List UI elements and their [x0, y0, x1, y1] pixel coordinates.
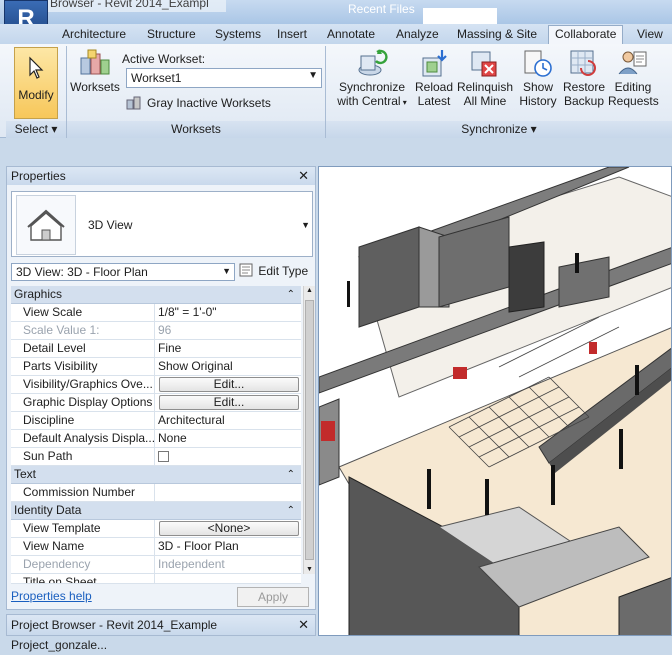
apply-button[interactable]: Apply — [237, 587, 309, 607]
panel-worksets: Worksets — [67, 121, 325, 138]
property-row[interactable]: Commission Number — [11, 484, 301, 502]
graphic-display-edit-button[interactable]: Edit... — [159, 395, 299, 410]
recent-files-label: Recent Files — [348, 2, 415, 16]
tab-analyze[interactable]: Analyze — [392, 27, 443, 41]
property-row[interactable]: Detail Level Fine — [11, 340, 301, 358]
gray-inactive-worksets-button[interactable]: Gray Inactive Worksets — [126, 95, 271, 111]
synchronize-with-central-button[interactable]: Synchronize with Central ▾ — [334, 48, 410, 110]
group-graphics[interactable]: Graphics ⌃ — [11, 286, 301, 304]
instance-filter-select[interactable]: 3D View: 3D - Floor Plan ▼ — [11, 263, 235, 281]
gray-inactive-icon — [126, 96, 141, 110]
property-row[interactable]: Title on Sheet — [11, 574, 301, 584]
property-row: Sun Path — [11, 448, 301, 466]
building-model-render — [319, 167, 671, 635]
close-icon[interactable]: ✕ — [298, 615, 309, 635]
collapse-icon: ⌃ — [286, 469, 295, 480]
sun-path-checkbox[interactable] — [158, 451, 169, 462]
edit-type-button[interactable]: Edit Type — [239, 263, 313, 281]
project-browser-title-bar[interactable]: Project Browser - Revit 2014_Example Pro… — [6, 614, 316, 652]
tab-view[interactable]: View — [633, 27, 667, 41]
close-icon[interactable]: ✕ — [298, 167, 309, 185]
relinquish-icon — [471, 51, 497, 77]
restore-backup-icon — [570, 50, 596, 76]
panel-synchronize[interactable]: Synchronize ▾ — [326, 121, 672, 138]
title-bar: Browser - Revit 2014_Exampl Recent Files — [0, 0, 672, 24]
3d-view-canvas[interactable] — [318, 166, 672, 636]
gray-inactive-label: Gray Inactive Worksets — [147, 96, 271, 110]
editing-requests-icon — [618, 51, 647, 75]
chevron-down-icon: ▼ — [222, 266, 231, 276]
tab-structure[interactable]: Structure — [143, 27, 200, 41]
type-name: 3D View — [88, 218, 133, 232]
ribbon-tabs: Architecture Structure Systems Insert An… — [0, 24, 672, 45]
properties-help-link[interactable]: Properties help — [11, 589, 92, 603]
cursor-arrow-icon — [29, 56, 44, 79]
project-browser-title: Project Browser - Revit 2014_Example Pro… — [11, 618, 218, 652]
modify-label: Modify — [18, 88, 54, 102]
properties-title-bar: Properties ✕ — [7, 167, 315, 185]
property-row: Graphic Display Options Edit... — [11, 394, 301, 412]
reload-latest-button[interactable]: Reload Latest — [412, 48, 456, 108]
properties-scrollbar[interactable]: ▲ ▼ — [303, 286, 315, 574]
type-selector[interactable]: 3D View ▼ — [11, 191, 313, 257]
tab-insert[interactable]: Insert — [273, 27, 311, 41]
window-title: Browser - Revit 2014_Exampl — [50, 0, 209, 10]
property-row[interactable]: Discipline Architectural — [11, 412, 301, 430]
worksets-button[interactable]: Worksets — [68, 48, 122, 94]
worksets-icon — [80, 49, 110, 75]
tab-annotate[interactable]: Annotate — [323, 27, 379, 41]
properties-palette: Properties ✕ 3D View ▼ 3D View: 3D - Flo… — [6, 166, 316, 610]
relinquish-all-mine-button[interactable]: Relinquish All Mine — [456, 48, 514, 108]
view-template-button[interactable]: <None> — [159, 521, 299, 536]
show-history-button[interactable]: Show History — [516, 48, 560, 108]
property-row[interactable]: Default Analysis Displa... None — [11, 430, 301, 448]
property-row: Scale Value 1: 96 — [11, 322, 301, 340]
property-row: View Template <None> — [11, 520, 301, 538]
active-workset-value: Workset1 — [131, 71, 182, 85]
house-icon — [27, 209, 65, 241]
group-identity-data[interactable]: Identity Data ⌃ — [11, 502, 301, 520]
restore-backup-button[interactable]: Restore Backup — [562, 48, 606, 108]
reload-latest-icon — [422, 50, 447, 77]
properties-grid: Graphics ⌃ View Scale 1/8" = 1'-0" Scale V… — [11, 286, 301, 584]
synchronize-icon — [358, 49, 388, 76]
tab-massing-site[interactable]: Massing & Site — [453, 27, 541, 41]
visibility-graphics-edit-button[interactable]: Edit... — [159, 377, 299, 392]
group-text[interactable]: Text ⌃ — [11, 466, 301, 484]
property-row[interactable]: View Scale 1/8" = 1'-0" — [11, 304, 301, 322]
worksets-label: Worksets — [70, 80, 120, 94]
scroll-down-icon[interactable]: ▼ — [306, 566, 313, 573]
collapse-icon: ⌃ — [286, 289, 295, 300]
panel-select[interactable]: Select ▾ — [6, 121, 66, 138]
property-row: Visibility/Graphics Ove... Edit... — [11, 376, 301, 394]
chevron-down-icon: ▼ — [308, 70, 318, 81]
chevron-down-icon[interactable]: ▼ — [301, 220, 310, 230]
type-thumbnail — [16, 195, 76, 255]
tab-collaborate[interactable]: Collaborate — [548, 25, 624, 45]
tab-systems[interactable]: Systems — [211, 27, 265, 41]
property-row[interactable]: View Name 3D - Floor Plan — [11, 538, 301, 556]
active-workset-label: Active Workset: — [122, 52, 206, 66]
edit-type-icon — [239, 263, 253, 277]
scroll-up-icon[interactable]: ▲ — [306, 287, 313, 294]
editing-requests-button[interactable]: Editing Requests — [608, 48, 659, 108]
property-row: Dependency Independent — [11, 556, 301, 574]
collapse-icon: ⌃ — [286, 505, 295, 516]
property-row[interactable]: Parts Visibility Show Original — [11, 358, 301, 376]
instance-filter-value: 3D View: 3D - Floor Plan — [16, 265, 148, 279]
properties-title: Properties — [11, 169, 66, 183]
scrollbar-thumb[interactable] — [305, 300, 314, 560]
history-clock-icon — [524, 50, 552, 77]
active-workset-select[interactable]: Workset1 ▼ — [126, 68, 322, 88]
tab-architecture[interactable]: Architecture — [58, 27, 130, 41]
search-box[interactable] — [423, 8, 497, 24]
modify-button[interactable]: Modify — [14, 47, 58, 119]
